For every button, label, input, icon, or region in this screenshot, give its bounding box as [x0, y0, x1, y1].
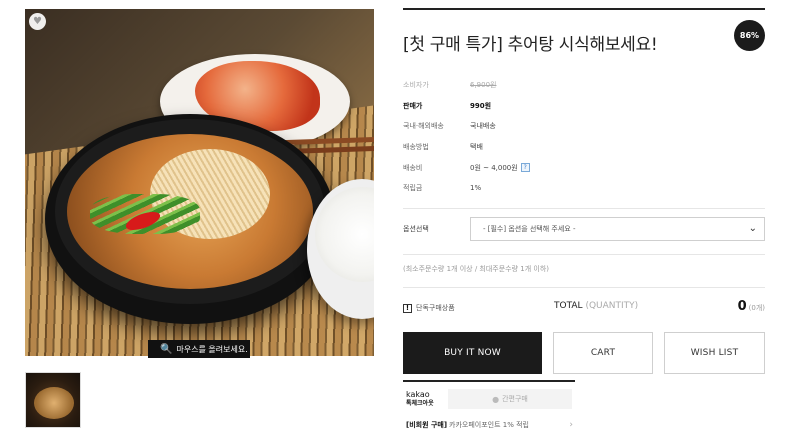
spec-table: 소비자가 6,900원 판매가 990원 국내·해외배송 국내배송 배송방법 택… — [403, 75, 765, 199]
order-limit-note: (최소주문수량 1개 이상 / 최대주문수량 1개 이하) — [403, 265, 549, 273]
total-text: TOTAL — [554, 301, 583, 311]
discount-badge: 86% — [734, 20, 765, 51]
help-icon[interactable]: ? — [520, 163, 530, 173]
kakao-point-highlight: [비회원 구매] — [406, 421, 448, 429]
spec-label: 적립금 — [403, 184, 423, 193]
spec-value: 990원 — [470, 101, 492, 110]
chat-bubble-icon: ● — [492, 394, 500, 404]
kakao-logo: kakao 톡체크아웃 — [406, 390, 434, 408]
kakao-point-text: 카카오페이포인트 1% 적립 — [449, 421, 530, 429]
option-selected-text: - [필수] 옵션을 선택해 주세요 - — [483, 225, 576, 233]
heart-icon[interactable]: ♥ — [29, 13, 46, 30]
spec-value: 6,900원 — [470, 81, 497, 90]
single-purchase-label: 단독구매상품 — [416, 304, 455, 312]
total-qty-label: (QUANTITY) — [585, 301, 639, 311]
top-divider — [403, 8, 765, 10]
spec-label: 국내·해외배송 — [403, 122, 444, 131]
kakao-logo-text: kakao — [406, 390, 430, 399]
buy-now-button[interactable]: BUY IT NOW — [403, 332, 542, 374]
zoom-hint: 🔍 마우스를 올려보세요. — [148, 340, 250, 358]
divider — [403, 208, 765, 209]
spec-row-consumer-price: 소비자가 6,900원 — [403, 75, 765, 96]
chevron-down-icon: ⌄ — [748, 223, 757, 234]
exclamation-icon: ! — [403, 303, 412, 313]
magnifier-icon: 🔍 — [160, 343, 173, 355]
product-title: [첫 구매 특가] 추어탕 시식해보세요! — [403, 35, 658, 55]
spec-value: 택배 — [470, 143, 483, 152]
single-purchase-badge: ! 단독구매상품 — [403, 303, 455, 313]
product-info: [첫 구매 특가] 추어탕 시식해보세요! 86% 소비자가 6,900원 판매… — [403, 0, 765, 440]
spec-value: 0원 ~ 4,000원 ? — [470, 163, 530, 173]
spec-value: 1% — [470, 184, 482, 193]
shipping-fee-text: 0원 ~ 4,000원 — [470, 163, 518, 172]
kakao-quick-buy-button[interactable]: ● 간편구매 — [448, 389, 572, 409]
total-amount: 0 — [737, 299, 747, 314]
total-count: (0개) — [748, 304, 765, 312]
spec-row-shipping-region: 국내·해외배송 국내배송 — [403, 116, 765, 137]
spec-value: 국내배송 — [470, 122, 496, 131]
chevron-right-icon: › — [569, 420, 573, 430]
kakao-point-link[interactable]: [비회원 구매] 카카오페이포인트 1% 적립 › — [406, 420, 575, 430]
wish-list-button[interactable]: WISH LIST — [664, 332, 765, 374]
spec-row-shipping-fee: 배송비 0원 ~ 4,000원 ? — [403, 157, 765, 178]
spec-label: 배송비 — [403, 163, 423, 172]
kakao-divider — [403, 380, 575, 382]
divider — [403, 287, 765, 288]
kakao-buy-label: 간편구매 — [502, 395, 528, 403]
zoom-hint-text: 마우스를 올려보세요. — [176, 344, 248, 354]
spec-row-shipping-method: 배송방법 택배 — [403, 137, 765, 158]
total-label: TOTAL (QUANTITY) — [554, 301, 638, 311]
kakao-logo-sub: 톡체크아웃 — [406, 400, 434, 407]
cart-button[interactable]: CART — [553, 332, 653, 374]
spec-label: 판매가 — [403, 101, 423, 110]
option-label: 옵션선택 — [403, 225, 429, 233]
spec-label: 소비자가 — [403, 81, 429, 90]
product-thumbnail[interactable] — [25, 372, 81, 428]
spec-label: 배송방법 — [403, 143, 429, 152]
option-select[interactable]: - [필수] 옵션을 선택해 주세요 - ⌄ — [470, 217, 765, 241]
divider — [403, 254, 765, 255]
spec-row-points: 적립금 1% — [403, 178, 765, 199]
spec-row-sale-price: 판매가 990원 — [403, 96, 765, 117]
product-main-image[interactable] — [25, 9, 374, 356]
total-value: 0 (0개) — [738, 299, 765, 314]
